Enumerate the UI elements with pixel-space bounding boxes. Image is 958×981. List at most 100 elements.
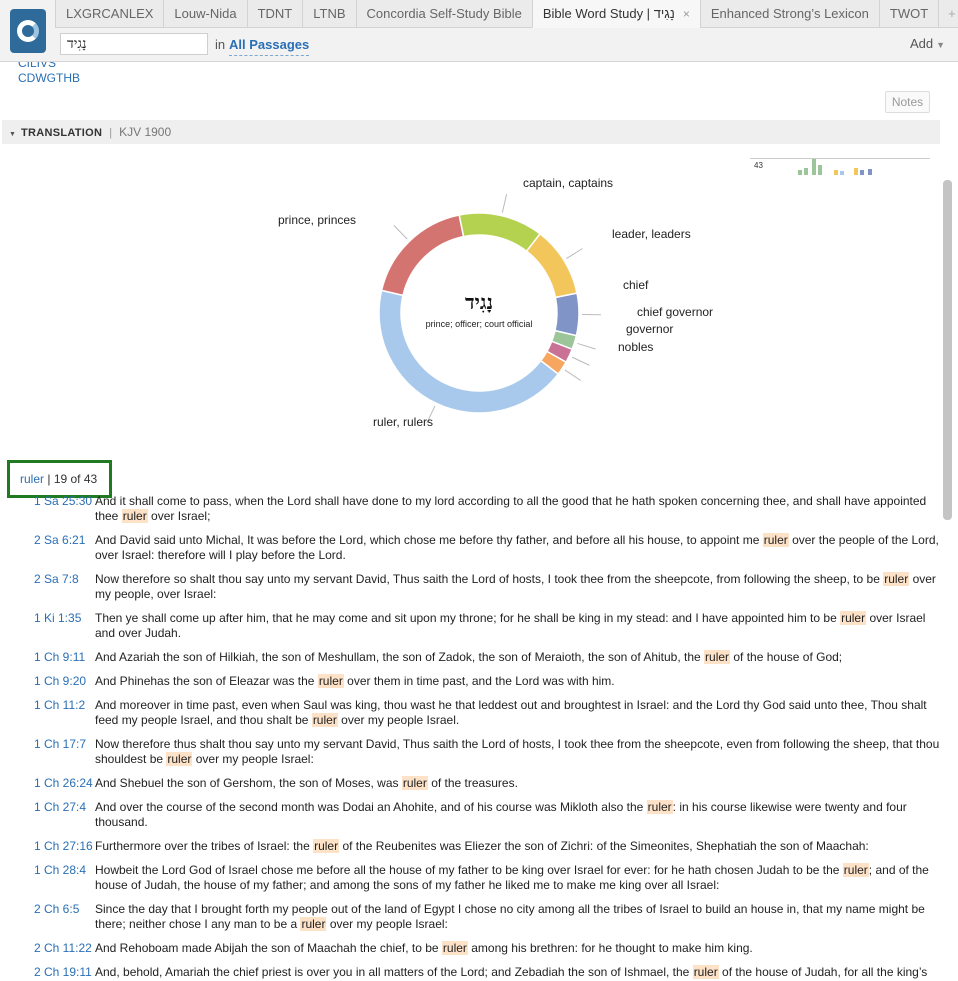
section-separator: |	[109, 127, 113, 139]
donut-slice-label[interactable]: chief	[623, 278, 649, 292]
donut-slice[interactable]	[380, 214, 465, 297]
verse-ref-link[interactable]: 1 Sa 25:30	[0, 494, 95, 524]
add-label: Add	[909, 36, 934, 51]
tab-louw-nida[interactable]: Louw-Nida	[163, 0, 247, 28]
tab-enhanced-strongs[interactable]: Enhanced Strong’s Lexicon	[699, 0, 879, 28]
tab-ltnb[interactable]: LTNB	[302, 0, 356, 28]
verse-ref-link[interactable]: 2 Ch 6:5	[0, 902, 95, 932]
donut-slice[interactable]	[554, 292, 580, 337]
highlighted-word: ruler	[317, 674, 344, 688]
donut-title: נָגִיד	[465, 290, 493, 314]
tab-strip: LXGRCANLEX Louw-Nida TDNT LTNB Concordia…	[55, 0, 958, 28]
top-bar: LXGRCANLEX Louw-Nida TDNT LTNB Concordia…	[0, 0, 958, 62]
app-logo-icon[interactable]	[10, 9, 46, 53]
add-menu-button[interactable]: Add ▼	[910, 36, 945, 51]
highlighted-word: ruler	[121, 509, 148, 523]
highlighted-word: ruler	[300, 917, 327, 931]
highlighted-word: ruler	[166, 752, 193, 766]
verse-ref-link[interactable]: 1 Ch 11:2	[0, 698, 95, 728]
highlighted-word: ruler	[441, 941, 468, 955]
verse-row: 2 Ch 19:11 And, behold, Amariah the chief…	[0, 965, 940, 981]
verse-ref-link[interactable]: 1 Ch 17:7	[0, 737, 95, 767]
search-row: נָגִיד in All Passages Add ▼	[55, 30, 955, 58]
cdwgthb-link[interactable]: CDWGTHB	[18, 71, 80, 85]
selected-translation-word[interactable]: ruler	[20, 472, 44, 486]
verse-text: And moreover in time past, even when Sau…	[95, 698, 927, 727]
donut-slice[interactable]	[458, 212, 542, 253]
highlighted-word: ruler	[704, 650, 731, 664]
tab-bible-word-study[interactable]: Bible Word Study | נָגִיד ×	[531, 0, 700, 28]
chevron-down-icon: ▼	[936, 40, 945, 50]
translation-section-header[interactable]: ▼ TRANSLATION | KJV 1900	[2, 120, 940, 144]
selected-translation-badge[interactable]: ruler | 19 of 43	[7, 460, 112, 498]
verse-ref-link[interactable]: 1 Ki 1:35	[0, 611, 95, 641]
verse-text: Since the day that I brought forth my pe…	[95, 902, 925, 931]
highlighted-word: ruler	[842, 863, 869, 877]
highlighted-word: ruler	[883, 572, 910, 586]
verse-ref-link[interactable]: 2 Sa 6:21	[0, 533, 95, 563]
verse-text: And it shall come to pass, when the Lord…	[95, 494, 927, 523]
donut-leader-line	[564, 369, 581, 381]
highlighted-word: ruler	[311, 713, 338, 727]
tab-twot[interactable]: TWOT	[878, 0, 939, 28]
verse-row: 2 Ch 11:22 And Rehoboam made Abijah the s…	[0, 941, 940, 956]
verse-row: 1 Ch 11:2 And moreover in time past, even…	[0, 698, 940, 728]
scrollbar[interactable]	[943, 180, 952, 520]
notes-button[interactable]: Notes	[885, 91, 930, 113]
verse-text: And Azariah the son of Hilkiah, the son …	[95, 650, 843, 664]
verse-text: Furthermore over the tribes of Israel: t…	[95, 839, 869, 853]
donut-slice-label[interactable]: nobles	[618, 340, 653, 354]
verse-text: And Phinehas the son of Eleazar was the …	[95, 674, 615, 688]
cut-link[interactable]: CILIVS	[18, 62, 56, 70]
donut-slice-label[interactable]: chief governor	[637, 305, 713, 319]
mini-bars	[798, 159, 872, 175]
donut-slice[interactable]	[525, 232, 578, 299]
section-label: TRANSLATION	[20, 127, 103, 139]
verse-list: 1 Sa 25:30 And it shall come to pass, whe…	[0, 494, 940, 981]
verse-text: And, behold, Amariah the chief priest is…	[95, 965, 928, 981]
donut-subtitle: prince; officer; court official	[426, 319, 533, 329]
verse-text: Now therefore thus shalt thou say unto m…	[95, 737, 940, 766]
donut-leader-line	[571, 356, 590, 366]
verse-ref-link[interactable]: 1 Ch 28:4	[0, 863, 95, 893]
highlighted-word: ruler	[401, 776, 428, 790]
verse-row: 1 Ch 17:7 Now therefore thus shalt thou s…	[0, 737, 940, 767]
verse-row: 1 Sa 25:30 And it shall come to pass, whe…	[0, 494, 940, 524]
donut-leader-line	[501, 194, 508, 213]
verse-row: 2 Sa 6:21 And David said unto Michal, It …	[0, 533, 940, 563]
donut-slice-label[interactable]: governor	[626, 322, 673, 336]
verse-ref-link[interactable]: 1 Ch 27:16	[0, 839, 95, 854]
donut-slice-label[interactable]: captain, captains	[523, 176, 613, 190]
highlighted-word: ruler	[840, 611, 867, 625]
translation-donut-chart[interactable]: captain, captains leader, leaders chief chi…	[260, 172, 740, 452]
highlighted-word: ruler	[313, 839, 340, 853]
verse-ref-link[interactable]: 2 Ch 19:11	[0, 965, 95, 981]
verse-text: And Shebuel the son of Gershom, the son …	[95, 776, 518, 790]
verse-row: 1 Ch 9:20 And Phinehas the son of Eleazar…	[0, 674, 940, 689]
verse-ref-link[interactable]: 2 Ch 11:22	[0, 941, 95, 956]
donut-slice-label[interactable]: prince, princes	[278, 213, 356, 227]
verse-ref-link[interactable]: 1 Ch 27:4	[0, 800, 95, 830]
new-tab-button[interactable]: +	[938, 0, 958, 28]
collapse-triangle-icon[interactable]: ▼	[9, 131, 16, 138]
in-label: in	[215, 37, 226, 52]
mini-bar-chart[interactable]: 43	[750, 158, 930, 175]
verse-ref-link[interactable]: 2 Sa 7:8	[0, 572, 95, 602]
search-input[interactable]: נָגִיד	[60, 33, 208, 55]
verse-ref-link[interactable]: 1 Ch 9:11	[0, 650, 95, 665]
close-icon[interactable]: ×	[683, 7, 690, 21]
tab-lxgrcanlex[interactable]: LXGRCANLEX	[55, 0, 164, 28]
highlighted-word: ruler	[646, 800, 673, 814]
donut-slice-label[interactable]: leader, leaders	[612, 227, 691, 241]
verse-row: 1 Ch 27:16 Furthermore over the tribes of…	[0, 839, 940, 854]
donut-slice-label[interactable]: ruler, rulers	[373, 415, 433, 429]
passages-scope-dropdown[interactable]: All Passages	[229, 37, 310, 56]
highlighted-word: ruler	[762, 533, 789, 547]
tab-tdnt[interactable]: TDNT	[246, 0, 303, 28]
verse-row: 1 Ch 26:24 And Shebuel the son of Gershom…	[0, 776, 940, 791]
version-label: KJV 1900	[119, 125, 172, 139]
tab-concordia[interactable]: Concordia Self-Study Bible	[355, 0, 532, 28]
verse-ref-link[interactable]: 1 Ch 9:20	[0, 674, 95, 689]
verse-text: Howbeit the Lord God of Israel chose me …	[95, 863, 929, 892]
verse-ref-link[interactable]: 1 Ch 26:24	[0, 776, 95, 791]
